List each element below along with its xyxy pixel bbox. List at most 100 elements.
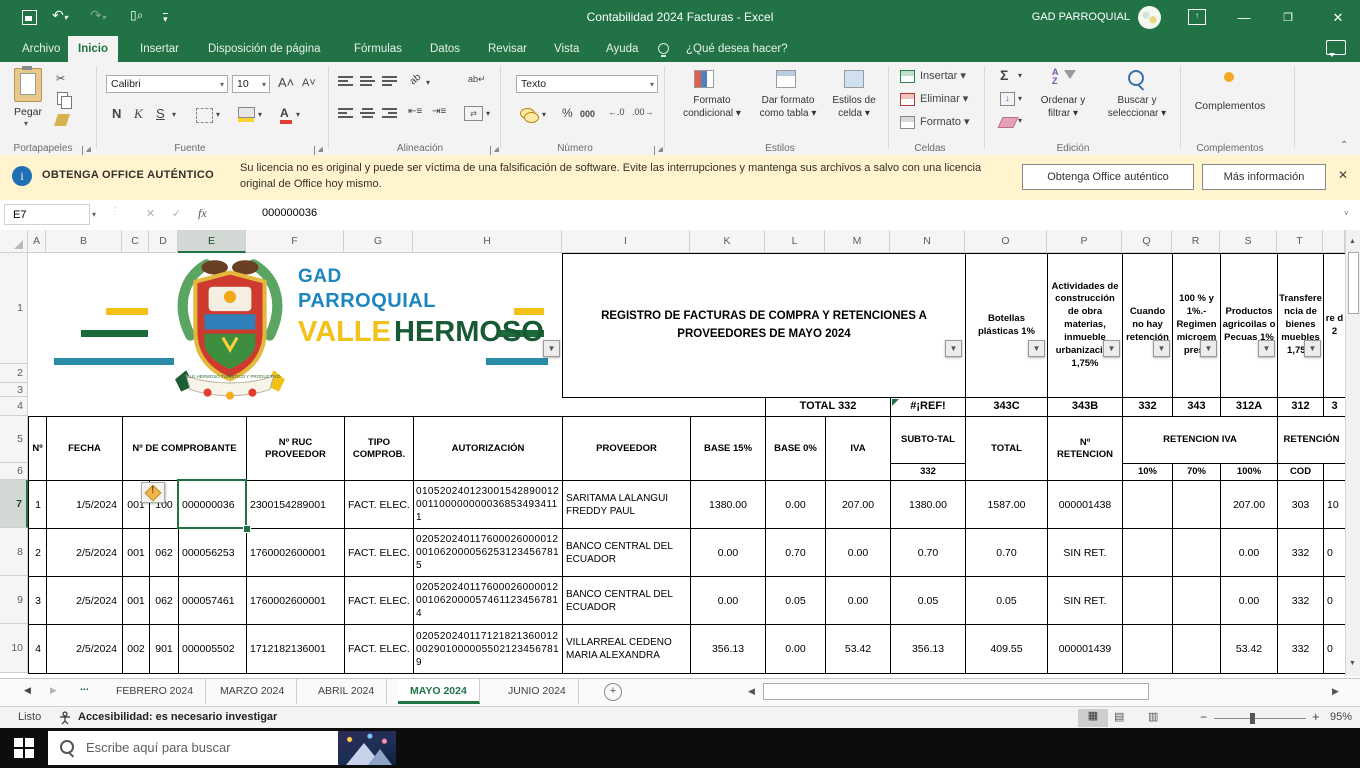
cell-I8[interactable]: BANCO CENTRAL DEL ECUADOR	[562, 528, 691, 577]
cell-H9[interactable]: 0205202401176000260000120010620000574611…	[413, 576, 563, 625]
borders-dropdown-icon[interactable]: ▾	[216, 110, 220, 119]
cell-K9[interactable]: 0.00	[690, 576, 766, 625]
cell-C8[interactable]: 001	[122, 528, 150, 577]
format-as-table-button[interactable]: Dar formato como tabla ▾	[752, 94, 824, 120]
row4-code-Q[interactable]: 332	[1122, 397, 1173, 417]
shrink-font-icon[interactable]: A˅	[302, 77, 316, 89]
row4-code-O[interactable]: 343C	[965, 397, 1048, 417]
header-retencion-2[interactable]: RETENCIÓN	[1277, 416, 1345, 464]
column-header-N[interactable]: N	[890, 230, 965, 253]
comma-style-icon[interactable]: 000	[580, 109, 595, 119]
bold-button[interactable]: N	[112, 106, 121, 121]
row-header-3[interactable]: 3	[0, 383, 28, 397]
cell-A8[interactable]: 2	[28, 528, 47, 577]
addins-button[interactable]: Complementos	[1180, 100, 1280, 113]
cell-G8[interactable]: FACT. ELEC.	[344, 528, 414, 577]
row-header-4[interactable]: 4	[0, 397, 28, 416]
row-header-6[interactable]: 6	[0, 463, 28, 480]
align-left-icon[interactable]	[338, 108, 353, 119]
comment-icon[interactable]	[1326, 40, 1346, 57]
cell-O8[interactable]: 0.70	[965, 528, 1048, 577]
cell-H10[interactable]: 0205202401171218213600120029010000055021…	[413, 624, 563, 674]
cell-U7[interactable]: 10	[1323, 480, 1345, 529]
font-size-select[interactable]: 10 ▾	[232, 75, 270, 93]
cell-B7[interactable]: 1/5/2024	[46, 480, 123, 529]
copy-icon[interactable]	[57, 92, 72, 109]
scroll-down-icon[interactable]: ▼	[1349, 660, 1356, 667]
cell-I7[interactable]: SARITAMA LALANGUI FREDDY PAUL	[562, 480, 691, 529]
cell-P8[interactable]: SIN RET.	[1047, 528, 1123, 577]
zoom-slider-track[interactable]	[1214, 718, 1306, 719]
page-break-view-icon[interactable]: ▥	[1148, 710, 1158, 723]
tab-vista[interactable]: Vista	[544, 36, 589, 62]
align-center-icon[interactable]	[360, 108, 375, 119]
next-sheet-icon[interactable]: ▶	[50, 685, 57, 696]
cell-D8[interactable]: 062	[149, 528, 179, 577]
minimize-button[interactable]: —	[1222, 0, 1266, 36]
header-cod[interactable]: COD	[1277, 463, 1324, 481]
cell-M10[interactable]: 53.42	[825, 624, 891, 674]
conditional-format-button[interactable]: Formato condicional ▾	[674, 94, 750, 120]
horizontal-scroll-thumb[interactable]	[763, 683, 1149, 700]
header-ruc[interactable]: Nº RUC PROVEEDOR	[246, 416, 345, 481]
cell-P9[interactable]: SIN RET.	[1047, 576, 1123, 625]
cell-Q8[interactable]	[1122, 528, 1173, 577]
underline-dropdown-icon[interactable]: ▾	[172, 110, 176, 119]
cell-styles-icon[interactable]	[844, 70, 864, 88]
more-info-button[interactable]: Más información	[1202, 164, 1326, 190]
tell-me-search[interactable]: ¿Qué desea hacer?	[676, 36, 798, 62]
header-total[interactable]: TOTAL	[965, 416, 1048, 481]
row-header-8[interactable]: 8	[0, 528, 28, 576]
cell-U10[interactable]: 0	[1323, 624, 1345, 674]
column-header-T[interactable]: T	[1277, 230, 1323, 253]
cell-N8[interactable]: 0.70	[890, 528, 966, 577]
header-cod-partial[interactable]	[1323, 463, 1345, 481]
row4-code-T[interactable]: 312	[1277, 397, 1324, 417]
select-all-corner[interactable]	[0, 230, 28, 253]
filter-dropdown-icon[interactable]: ▼	[1258, 340, 1275, 357]
fill-dropdown-icon[interactable]: ▾	[258, 110, 262, 119]
cell-C10[interactable]: 002	[122, 624, 150, 674]
sheet-tab-febrero[interactable]: FEBRERO 2024	[104, 679, 207, 704]
column-header-E[interactable]: E	[178, 230, 246, 253]
align-right-icon[interactable]	[382, 108, 397, 119]
tab-inicio[interactable]: Inicio	[68, 36, 119, 62]
sheet-overflow[interactable]: ...	[80, 681, 89, 693]
borders-icon[interactable]	[196, 108, 213, 123]
cut-icon[interactable]: ✂	[56, 72, 65, 85]
cell-P7[interactable]: 000001438	[1047, 480, 1123, 529]
zoom-out-icon[interactable]: −	[1200, 710, 1207, 724]
font-name-select[interactable]: Calibri ▾	[106, 75, 228, 93]
cell-E7[interactable]: 000000036	[178, 480, 247, 529]
row4-code-P[interactable]: 343B	[1047, 397, 1123, 417]
cell-D10[interactable]: 901	[149, 624, 179, 674]
tab-archivo[interactable]: Archivo	[12, 36, 70, 62]
name-box[interactable]: E7	[4, 204, 90, 225]
fill-handle[interactable]	[243, 525, 251, 533]
formula-input[interactable]: 000000036	[262, 207, 317, 219]
header-base15[interactable]: BASE 15%	[690, 416, 766, 481]
accessibility-status[interactable]: Accesibilidad: es necesario investigar	[78, 711, 277, 723]
cell-K7[interactable]: 1380.00	[690, 480, 766, 529]
tab-disposicion[interactable]: Disposición de página	[198, 36, 331, 62]
row4-total[interactable]: TOTAL 332	[765, 397, 891, 417]
confirm-entry-icon[interactable]: ✓	[172, 207, 181, 220]
header-proveedor[interactable]: PROVEEDOR	[562, 416, 691, 481]
header-tipo[interactable]: TIPO COMPROB.	[344, 416, 414, 481]
cell-E9[interactable]: 000057461	[178, 576, 247, 625]
cell-E8[interactable]: 000056253	[178, 528, 247, 577]
cell-T9[interactable]: 332	[1277, 576, 1324, 625]
percent-style-icon[interactable]: %	[562, 106, 573, 120]
cell-A10[interactable]: 4	[28, 624, 47, 674]
cell-A9[interactable]: 3	[28, 576, 47, 625]
cell-U9[interactable]: 0	[1323, 576, 1345, 625]
taskbar-search[interactable]: Escribe aquí para buscar	[48, 731, 396, 765]
header-base0[interactable]: BASE 0%	[765, 416, 826, 481]
add-sheet-icon[interactable]: +	[604, 683, 622, 701]
avatar[interactable]	[1138, 6, 1161, 29]
filter-dropdown-icon[interactable]: ▼	[1200, 340, 1217, 357]
cell-K10[interactable]: 356.13	[690, 624, 766, 674]
filter-dropdown-icon[interactable]: ▼	[543, 340, 560, 357]
paste-dropdown-icon[interactable]: ▾	[24, 119, 28, 128]
column-header-M[interactable]: M	[825, 230, 890, 253]
